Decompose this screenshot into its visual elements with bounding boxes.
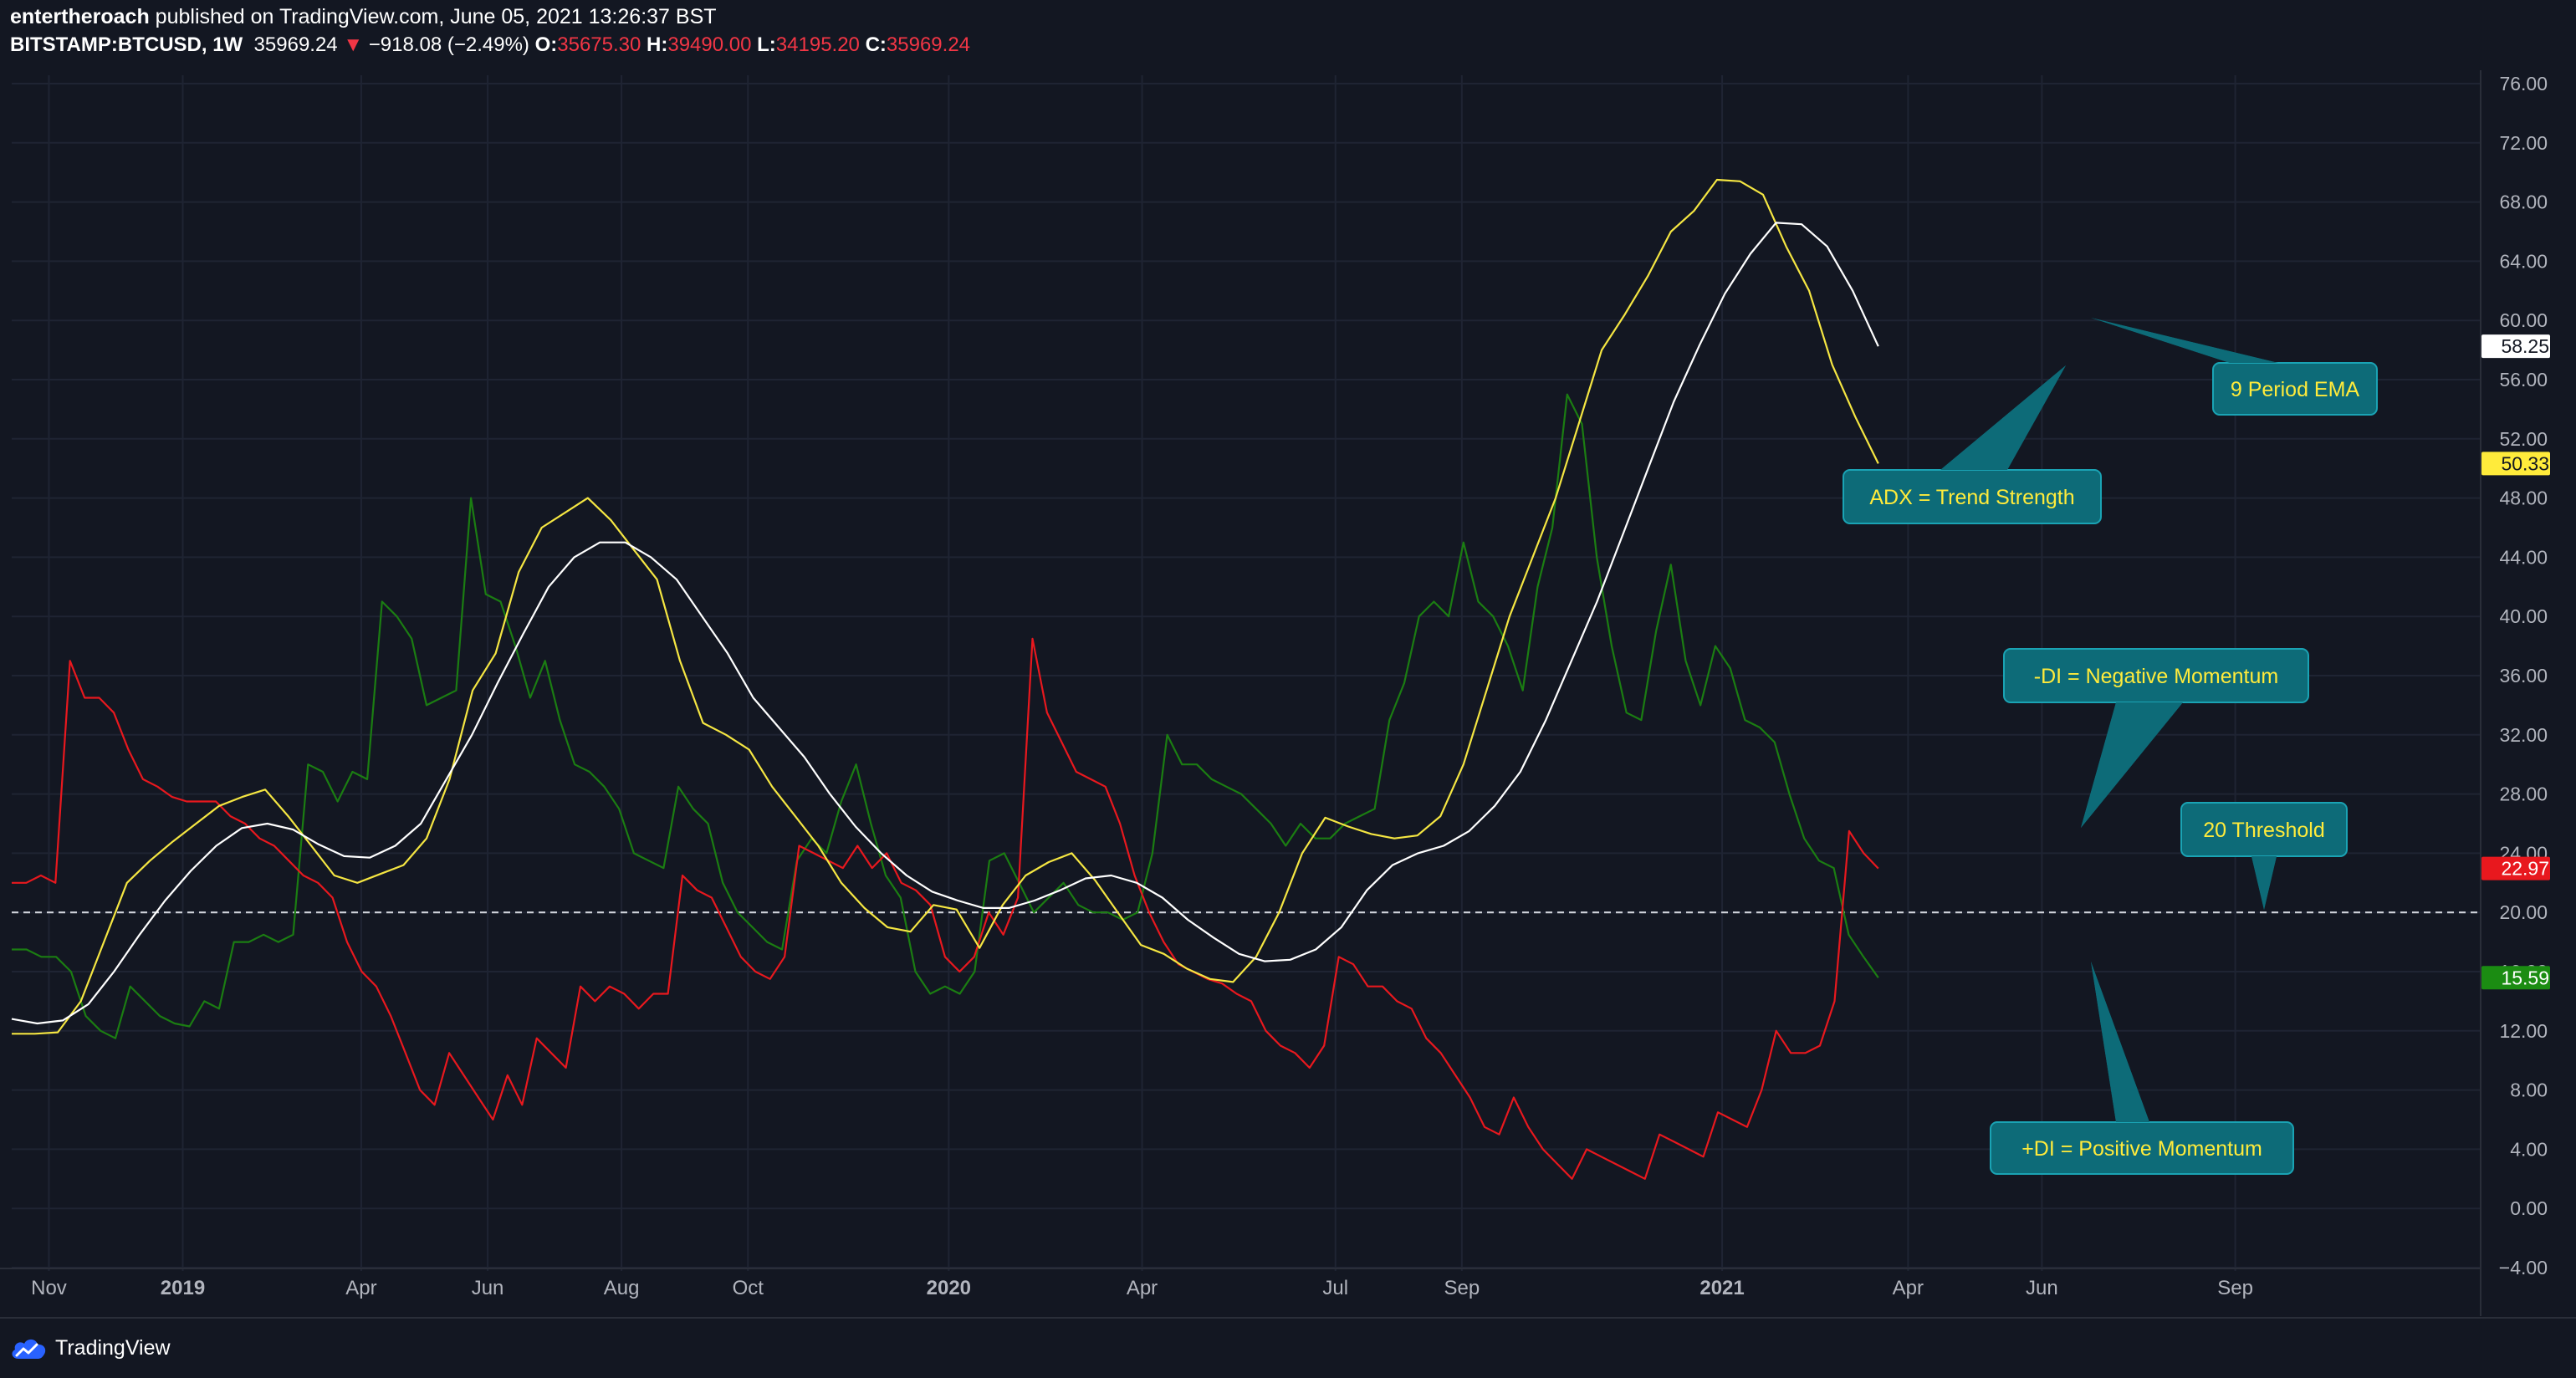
y-tick-label: 72.00 — [2499, 132, 2548, 154]
last-value-tag-plus-di: 15.59 — [2481, 966, 2550, 990]
y-tick-label: 32.00 — [2499, 724, 2548, 746]
x-tick-label: 2020 — [927, 1277, 971, 1299]
last-value-text: 58.25 — [2501, 335, 2549, 357]
low-label: L: — [757, 33, 776, 56]
last-value-text: 22.97 — [2501, 858, 2549, 880]
x-tick-label: Sep — [1444, 1277, 1480, 1299]
x-tick-label: Jun — [2026, 1277, 2058, 1299]
y-tick-label: 48.00 — [2499, 487, 2548, 509]
published-text: published on TradingView.com, June 05, 2… — [155, 5, 717, 28]
x-tick-label: Jun — [472, 1277, 504, 1299]
open-label: O: — [534, 33, 558, 56]
y-tick-label: −4.00 — [2499, 1257, 2548, 1278]
close-label: C: — [865, 33, 887, 56]
x-tick-label: Apr — [1893, 1277, 1924, 1299]
y-tick-label: 40.00 — [2499, 605, 2548, 627]
price-change: −918.08 (−2.49%) — [368, 33, 529, 56]
y-tick-label: 0.00 — [2510, 1197, 2548, 1219]
y-tick-label: 20.00 — [2499, 901, 2548, 923]
symbol-name[interactable]: BITSTAMP:BTCUSD, 1W — [10, 33, 243, 56]
x-tick-label: Jul — [1322, 1277, 1348, 1299]
x-axis: Nov 2019 Apr Jun Aug Oct 2020 Apr Jul Sep 2021 Apr J… — [31, 1277, 2253, 1299]
x-tick-label: Nov — [31, 1277, 67, 1299]
tradingview-logo[interactable]: TradingView — [8, 1331, 171, 1365]
down-arrow-icon: ▼ — [343, 33, 364, 56]
symbol-legend: BITSTAMP:BTCUSD, 1W 35969.24 ▼ −918.08 (… — [10, 33, 970, 57]
last-value-text: 15.59 — [2501, 967, 2549, 988]
y-tick-label: 60.00 — [2499, 309, 2548, 331]
x-tick-label: 2021 — [1699, 1277, 1744, 1299]
x-tick-label: Apr — [345, 1277, 376, 1299]
last-value-tag-minus-di: 22.97 — [2481, 856, 2550, 880]
y-tick-label: 12.00 — [2499, 1020, 2548, 1042]
y-tick-label: 64.00 — [2499, 250, 2548, 272]
open-value: 35675.30 — [557, 33, 641, 56]
cloud-logo-icon — [12, 1339, 46, 1359]
low-value: 34195.20 — [775, 33, 860, 56]
x-tick-label: Aug — [604, 1277, 640, 1299]
y-tick-label: 56.00 — [2499, 369, 2548, 390]
x-tick-label: 2019 — [161, 1277, 205, 1299]
high-value: 39490.00 — [667, 33, 752, 56]
y-tick-label: 68.00 — [2499, 191, 2548, 213]
last-value-tag-adx: 50.33 — [2481, 452, 2550, 476]
y-tick-label: 28.00 — [2499, 783, 2548, 805]
close-value: 35969.24 — [886, 33, 971, 56]
annotation-text: ADX = Trend Strength — [1869, 486, 2074, 509]
y-tick-label: 4.00 — [2510, 1138, 2548, 1160]
author-name[interactable]: entertheroach — [10, 5, 150, 28]
last-value-text: 50.33 — [2501, 452, 2549, 474]
y-tick-label: 44.00 — [2499, 546, 2548, 568]
brand-label: TradingView — [55, 1335, 171, 1360]
x-tick-label: Oct — [733, 1277, 764, 1299]
high-label: H: — [647, 33, 668, 56]
annotation-text: 20 Threshold — [2203, 819, 2324, 842]
annotation-text: -DI = Negative Momentum — [2034, 665, 2278, 688]
last-price: 35969.24 — [253, 33, 338, 56]
annotation-text: 9 Period EMA — [2231, 378, 2360, 401]
adx-chart[interactable]: 76.00 72.00 68.00 64.00 60.00 56.00 52.00 48.00… — [0, 0, 2576, 1378]
x-tick-label: Apr — [1127, 1277, 1158, 1299]
x-tick-label: Sep — [2217, 1277, 2253, 1299]
y-tick-label: 76.00 — [2499, 73, 2548, 94]
annotation-text: +DI = Positive Momentum — [2021, 1137, 2262, 1161]
publish-info: entertheroach published on TradingView.c… — [10, 5, 717, 29]
last-value-tag-ema: 58.25 — [2481, 334, 2550, 359]
y-tick-label: 52.00 — [2499, 428, 2548, 450]
y-tick-label: 8.00 — [2510, 1079, 2548, 1101]
y-tick-label: 36.00 — [2499, 665, 2548, 686]
